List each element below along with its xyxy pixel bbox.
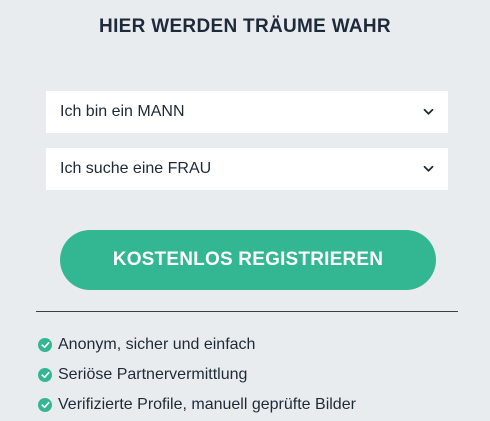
check-circle-icon <box>38 368 52 382</box>
check-circle-icon <box>38 338 52 352</box>
feature-text: Verifizierte Profile, manuell geprüfte B… <box>58 396 356 413</box>
feature-item: Verifizierte Profile, manuell geprüfte B… <box>38 390 356 420</box>
feature-list: Anonym, sicher und einfach Seriöse Partn… <box>38 330 356 420</box>
feature-item: Seriöse Partnervermittlung <box>38 360 356 390</box>
seeking-select-value: Ich suche eine FRAU <box>60 160 212 177</box>
check-circle-icon <box>38 398 52 412</box>
feature-text: Anonym, sicher und einfach <box>58 336 256 353</box>
page-title: HIER WERDEN TRÄUME WAHR <box>99 16 391 37</box>
divider <box>36 311 458 312</box>
feature-text: Seriöse Partnervermittlung <box>58 366 248 383</box>
chevron-down-icon <box>422 163 434 175</box>
seeking-select[interactable]: Ich suche eine FRAU <box>46 148 448 190</box>
registration-panel: HIER WERDEN TRÄUME WAHR Ich bin ein MANN… <box>0 0 490 421</box>
register-button[interactable]: KOSTENLOS REGISTRIEREN <box>60 230 436 290</box>
gender-select-value: Ich bin ein MANN <box>60 103 185 120</box>
feature-item: Anonym, sicher und einfach <box>38 330 356 360</box>
chevron-down-icon <box>422 106 434 118</box>
gender-select[interactable]: Ich bin ein MANN <box>46 91 448 133</box>
